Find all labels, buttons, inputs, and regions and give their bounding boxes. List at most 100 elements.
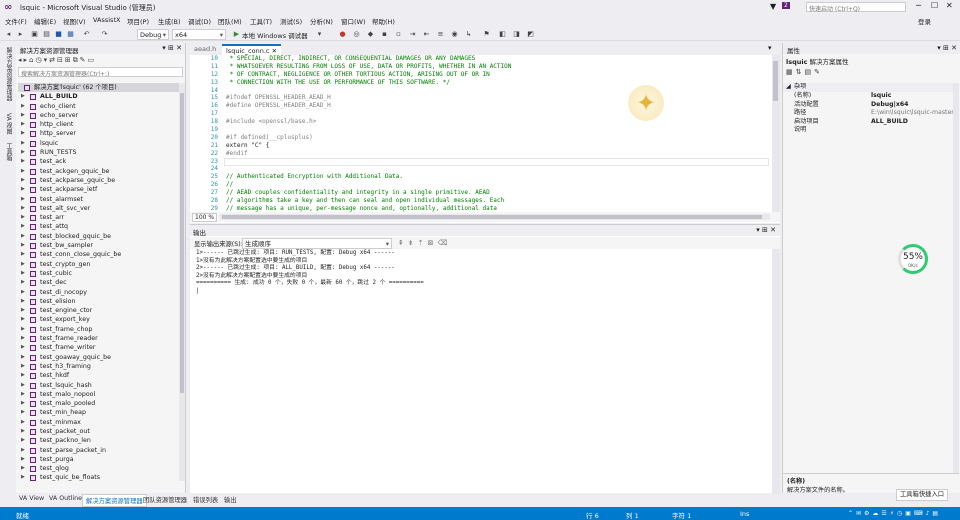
menu-window[interactable]: 窗口(W)	[341, 16, 366, 26]
code-editor[interactable]: aead.h lsquic_conn.c ✕ ▾ 10 * SPECIAL, D…	[190, 43, 780, 223]
code-line[interactable]: 16 #define OPENSSL_HEADER_AEAD_H	[190, 102, 770, 110]
filter-icon[interactable]: ▼	[770, 2, 776, 11]
project-item[interactable]: ▶ test_frame_chop	[18, 325, 182, 334]
output-panel-controls-icon[interactable]: ▾ ⊞ ✕	[756, 226, 776, 234]
panel-controls-icon[interactable]: ▾ ⊞ ✕	[162, 44, 182, 52]
project-item[interactable]: ▶ RUN_TESTS	[18, 148, 182, 157]
project-item[interactable]: ▶ test_conn_close_gquic_be	[18, 250, 182, 259]
menu-build[interactable]: 生成(B)	[158, 16, 181, 26]
toolbox-shortcut-button[interactable]: 工具箱快捷入口	[896, 489, 948, 501]
expand-arrow-icon[interactable]: ▶	[21, 269, 25, 278]
project-item[interactable]: ▶ test_crypto_gen	[18, 260, 182, 269]
horizontal-scrollbar[interactable]	[220, 214, 770, 220]
project-item[interactable]: ▶ test_engine_ctor	[18, 306, 182, 315]
expand-arrow-icon[interactable]: ▶	[21, 222, 25, 231]
property-row[interactable]: 启动项目 ALL_BUILD	[783, 118, 959, 127]
editor-scrollbar[interactable]	[772, 55, 780, 212]
code-line[interactable]: 21 extern "C" {	[190, 142, 770, 150]
outdent-icon[interactable]: ⇤	[422, 30, 431, 39]
output-tool-icons[interactable]: ⇞⇟⇡⊠⌫	[398, 239, 451, 247]
code-line[interactable]: 24	[190, 165, 770, 173]
start-debug-icon[interactable]: ▶	[232, 30, 241, 39]
project-item[interactable]: ▶ test_alarmset	[18, 195, 182, 204]
expand-arrow-icon[interactable]: ▶	[21, 464, 25, 473]
tab-dropdown-icon[interactable]: ▾	[768, 44, 772, 52]
prev-bookmark-icon[interactable]: ◧	[498, 30, 507, 39]
properties-toolbar-icons[interactable]: ▦⇅▤✎	[786, 68, 823, 76]
menu-test[interactable]: 测试(S)	[280, 16, 302, 26]
project-item[interactable]: ▶ test_packno_len	[18, 436, 182, 445]
save-all-icon[interactable]: ▦	[66, 30, 75, 39]
flag-icon[interactable]: ⚑	[482, 30, 491, 39]
platform-select[interactable]: x64	[172, 29, 226, 40]
code-line[interactable]: 26 //	[190, 181, 770, 189]
redo-icon[interactable]: ↷	[100, 30, 109, 39]
project-item[interactable]: ▶ test_dec	[18, 278, 182, 287]
step-icon[interactable]: ↳	[464, 30, 473, 39]
output-source-select[interactable]: 生成顺序	[242, 238, 392, 249]
indent-icon[interactable]: ⇥	[408, 30, 417, 39]
close-button[interactable]: ✕	[946, 1, 953, 10]
expand-arrow-icon[interactable]: ▶	[21, 390, 25, 399]
tab-va-view[interactable]: VA View	[16, 494, 47, 503]
project-item[interactable]: ▶ test_minmax	[18, 418, 182, 427]
expand-arrow-icon[interactable]: ▶	[21, 92, 25, 101]
menu-edit[interactable]: 编辑(E)	[34, 16, 56, 26]
project-item[interactable]: ▶ test_alt_svc_ver	[18, 204, 182, 213]
project-item[interactable]: ▶ test_purga	[18, 455, 182, 464]
menu-debug[interactable]: 调试(D)	[188, 16, 211, 26]
project-item[interactable]: ▶ test_attq	[18, 222, 182, 231]
expand-arrow-icon[interactable]: ▶	[21, 446, 25, 455]
code-line[interactable]: 14	[190, 87, 770, 95]
tray-icons[interactable]: ⌃✉⚙☁☰⚡◷▣⌨♪▤	[848, 510, 941, 517]
code-line[interactable]: 20 #if defined(__cplusplus)	[190, 134, 770, 142]
project-item[interactable]: ▶ test_hkdf	[18, 371, 182, 380]
expand-arrow-icon[interactable]: ▶	[21, 260, 25, 269]
project-item[interactable]: ▶ test_ack	[18, 157, 182, 166]
property-row[interactable]: 说明	[783, 126, 959, 135]
project-item[interactable]: ▶ test_arr	[18, 213, 182, 222]
undo-icon[interactable]: ↶	[82, 30, 91, 39]
expand-arrow-icon[interactable]: ▶	[21, 148, 25, 157]
expand-arrow-icon[interactable]: ▶	[21, 371, 25, 380]
project-item[interactable]: ▶ test_export_key	[18, 315, 182, 324]
expand-arrow-icon[interactable]: ▶	[21, 315, 25, 324]
back-icon[interactable]: ◂	[4, 30, 13, 39]
expand-arrow-icon[interactable]: ▶	[21, 436, 25, 445]
expand-arrow-icon[interactable]: ▶	[21, 381, 25, 390]
project-item[interactable]: ▶ http_client	[18, 120, 182, 129]
expand-arrow-icon[interactable]: ▶	[21, 353, 25, 362]
project-item[interactable]: ▶ test_bw_sampler	[18, 241, 182, 250]
expand-arrow-icon[interactable]: ▶	[21, 278, 25, 287]
expand-arrow-icon[interactable]: ▶	[21, 473, 25, 481]
code-area[interactable]: 10 * SPECIAL, DIRECT, INDIRECT, OR CONSE…	[190, 55, 770, 212]
expand-arrow-icon[interactable]: ▶	[21, 418, 25, 427]
comment-icon[interactable]: ▪	[380, 30, 389, 39]
property-row[interactable]: 活动配置 Debug|x64	[783, 101, 959, 110]
project-item[interactable]: ▶ test_qlog	[18, 464, 182, 473]
minimize-button[interactable]: ─	[916, 1, 921, 10]
expand-arrow-icon[interactable]: ▶	[21, 325, 25, 334]
breakpoint-icon[interactable]: ◉	[450, 30, 459, 39]
tab-solution-explorer[interactable]: 解决方案资源管理器	[82, 494, 147, 507]
tab-team-explorer[interactable]: 团队资源管理器	[140, 494, 190, 505]
project-item[interactable]: ▶ test_ackparse_gquic_be	[18, 176, 182, 185]
code-line[interactable]: 12 * OF CONTRACT, NEGLIGENCE OR OTHER TO…	[190, 71, 770, 79]
code-line[interactable]: 15 #ifndef OPENSSL_HEADER_AEAD_H	[190, 94, 770, 102]
property-value[interactable]: lsquic	[871, 92, 891, 101]
doc-tab-aead[interactable]: aead.h	[190, 44, 220, 55]
expand-arrow-icon[interactable]: ▶	[21, 241, 25, 250]
output-scrollbar[interactable]	[772, 249, 780, 494]
properties-object[interactable]: lsquic 解决方案属性	[786, 56, 849, 66]
expand-arrow-icon[interactable]: ▶	[21, 343, 25, 352]
solution-root[interactable]: 解决方案'lsquic' (62 个项目)	[18, 83, 182, 93]
project-item[interactable]: ▶ test_packet_out	[18, 427, 182, 436]
menu-team[interactable]: 团队(M)	[218, 16, 242, 26]
property-row[interactable]: (名称) lsquic	[783, 92, 959, 101]
menu-help[interactable]: 帮助(H)	[372, 16, 395, 26]
expand-arrow-icon[interactable]: ▶	[21, 185, 25, 194]
expand-arrow-icon[interactable]: ▶	[21, 167, 25, 176]
expand-arrow-icon[interactable]: ▶	[21, 306, 25, 315]
uncomment-icon[interactable]: ▫	[394, 30, 403, 39]
expand-arrow-icon[interactable]: ▶	[21, 455, 25, 464]
